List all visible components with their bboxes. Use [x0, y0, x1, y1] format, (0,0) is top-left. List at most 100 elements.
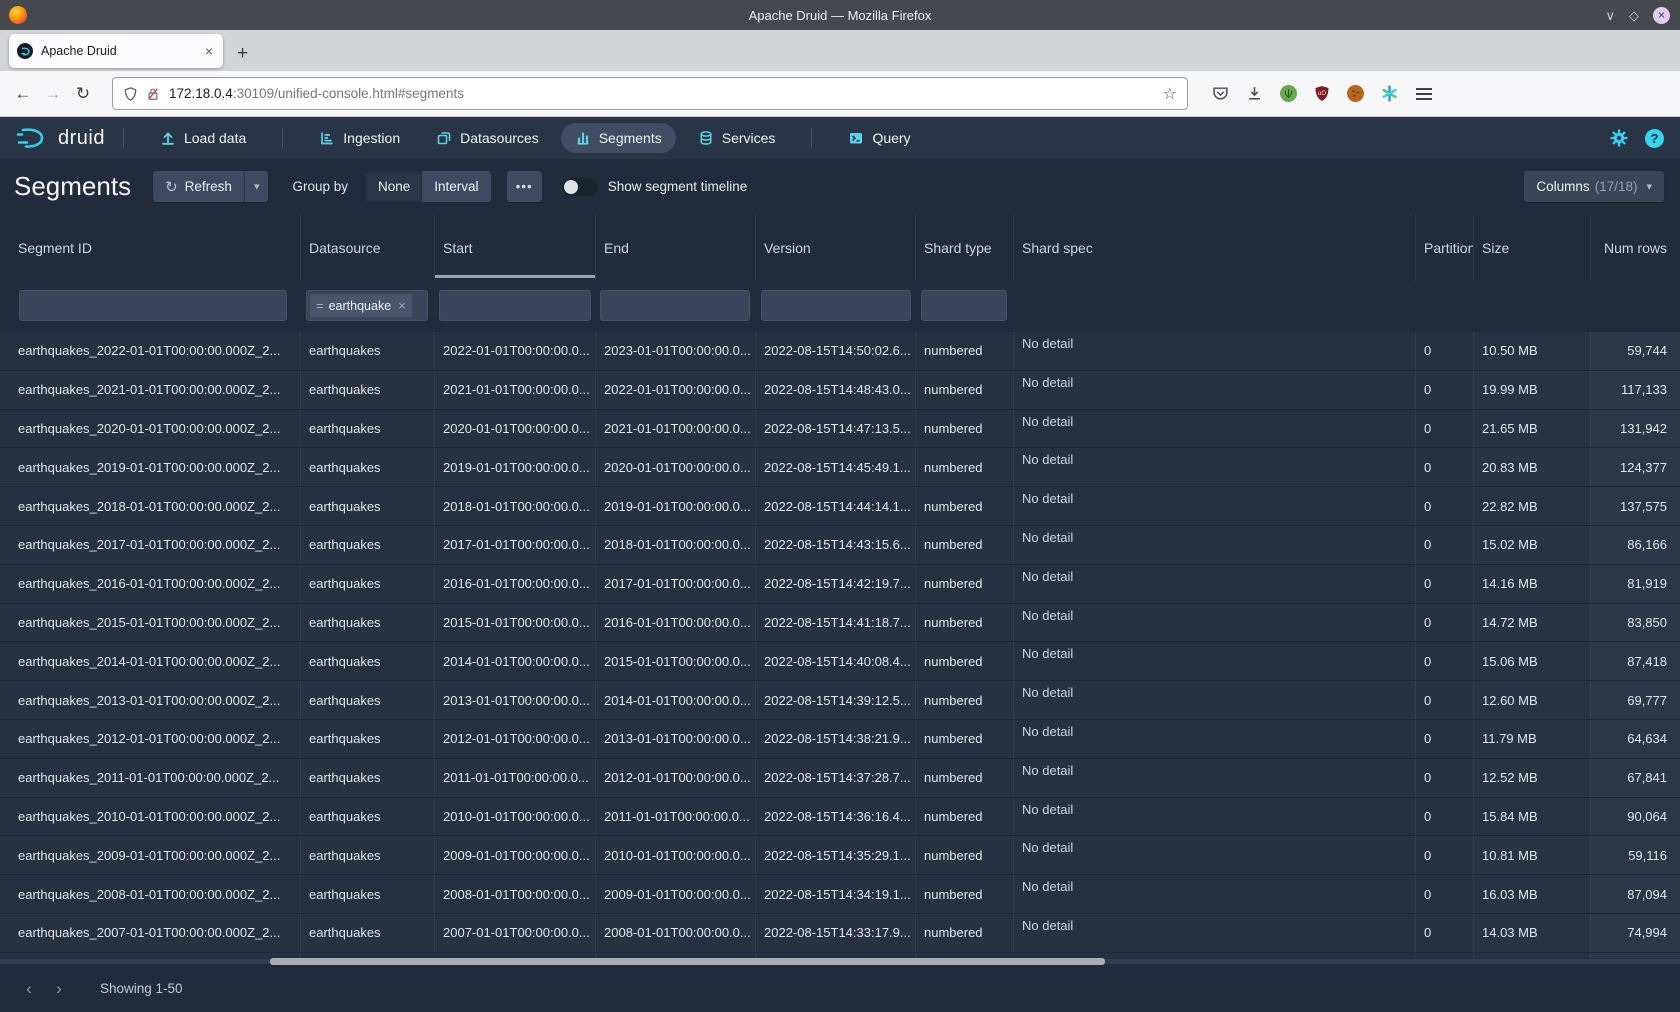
next-page-button[interactable]: ›	[44, 979, 74, 999]
column-header-shard_type[interactable]: Shard type	[915, 214, 1013, 281]
shield-icon[interactable]	[123, 86, 138, 102]
cell-partition: 0	[1415, 681, 1473, 719]
nav-item-services[interactable]: Services	[684, 123, 790, 153]
column-header-size[interactable]: Size	[1473, 214, 1590, 281]
column-header-partition[interactable]: Partition	[1415, 214, 1473, 281]
filter-tag-datasource[interactable]: =earthquake×	[310, 294, 412, 317]
group-by-interval-button[interactable]: Interval	[422, 171, 490, 202]
cell-partition: 0	[1415, 836, 1473, 874]
cell-shard_spec[interactable]: No detail	[1013, 720, 1415, 758]
cell-shard_spec[interactable]: No detail	[1013, 642, 1415, 680]
menu-icon[interactable]	[1416, 88, 1432, 100]
column-header-version[interactable]: Version	[755, 214, 915, 281]
segments-table-body: earthquakes_2022-01-01T00:00:00.000Z_2..…	[0, 332, 1680, 958]
group-by-none-button[interactable]: None	[366, 171, 422, 202]
cell-num_rows: 86,166	[1590, 526, 1680, 564]
cell-id: earthquakes_2020-01-01T00:00:00.000Z_2..…	[0, 410, 300, 448]
refresh-button[interactable]: ↻Refresh	[153, 171, 244, 202]
column-header-datasource[interactable]: Datasource	[300, 214, 434, 281]
nav-item-label: Datasources	[460, 130, 539, 146]
cell-num_rows: 124,377	[1590, 448, 1680, 486]
column-header-num_rows[interactable]: Num rows	[1590, 214, 1680, 281]
close-icon[interactable]: ×	[1653, 7, 1670, 24]
cell-shard_spec[interactable]: No detail	[1013, 836, 1415, 874]
cell-shard_spec[interactable]: No detail	[1013, 914, 1415, 952]
cell-end: 2009-01-01T00:00:00.0...	[595, 875, 755, 913]
cell-shard_type: numbered	[915, 914, 1013, 952]
column-header-end[interactable]: End	[595, 214, 755, 281]
table-row: earthquakes_2017-01-01T00:00:00.000Z_2..…	[0, 526, 1680, 565]
browser-tab[interactable]: Apache Druid ×	[9, 34, 223, 68]
cell-shard_spec[interactable]: No detail	[1013, 798, 1415, 836]
table-row: earthquakes_2020-01-01T00:00:00.000Z_2..…	[0, 410, 1680, 449]
more-options-button[interactable]: •••	[507, 171, 542, 202]
navbar-divider	[123, 128, 124, 148]
forward-button[interactable]: →	[38, 84, 68, 104]
filter-input-shard_type[interactable]	[921, 290, 1007, 321]
nav-item-query[interactable]: Query	[834, 123, 924, 153]
cell-start: 2010-01-01T00:00:00.0...	[434, 798, 595, 836]
table-header-row: Segment IDDatasourceStartEndVersionShard…	[0, 214, 1680, 281]
column-header-id[interactable]: Segment ID	[0, 214, 300, 281]
insecure-lock-icon[interactable]	[146, 86, 160, 102]
cell-shard_spec[interactable]: No detail	[1013, 448, 1415, 486]
cell-num_rows: 83,850	[1590, 604, 1680, 642]
scrollbar-thumb[interactable]	[270, 958, 1105, 965]
column-header-shard_spec[interactable]: Shard spec	[1013, 214, 1415, 281]
reload-button[interactable]: ↻	[68, 84, 98, 104]
filter-input-datasource[interactable]: =earthquake×	[306, 290, 428, 321]
cell-version: 2022-08-15T14:35:29.1...	[755, 836, 915, 874]
cell-shard_spec[interactable]: No detail	[1013, 875, 1415, 913]
filter-tag-value: earthquake	[329, 299, 392, 313]
minimize-icon[interactable]: ∨	[1605, 9, 1615, 22]
druid-logo[interactable]: druid	[16, 126, 105, 150]
filter-input-end[interactable]	[600, 290, 750, 321]
nav-item-datasources[interactable]: Datasources	[422, 123, 553, 153]
filter-input-start[interactable]	[439, 290, 591, 321]
gear-icon[interactable]	[1609, 128, 1629, 148]
cell-shard_spec[interactable]: No detail	[1013, 604, 1415, 642]
table-row: earthquakes_2019-01-01T00:00:00.000Z_2..…	[0, 448, 1680, 487]
cell-shard_spec[interactable]: No detail	[1013, 487, 1415, 525]
cell-shard_spec[interactable]: No detail	[1013, 759, 1415, 797]
cell-id: earthquakes_2008-01-01T00:00:00.000Z_2..…	[0, 875, 300, 913]
maximize-icon[interactable]: ◇	[1629, 9, 1639, 22]
cell-shard_spec[interactable]: No detail	[1013, 371, 1415, 409]
download-icon[interactable]	[1246, 85, 1263, 102]
columns-button[interactable]: Columns (17/18) ▾	[1524, 171, 1664, 202]
help-icon[interactable]: ?	[1645, 129, 1664, 148]
cell-shard_spec[interactable]: No detail	[1013, 565, 1415, 603]
privacy-badger-icon[interactable]	[1280, 85, 1297, 102]
cell-shard_spec[interactable]: No detail	[1013, 526, 1415, 564]
navbar-divider	[811, 128, 812, 148]
cell-shard_spec[interactable]: No detail	[1013, 410, 1415, 448]
prev-page-button[interactable]: ‹	[14, 979, 44, 999]
column-header-start[interactable]: Start	[434, 214, 595, 281]
back-button[interactable]: ←	[8, 84, 38, 104]
cookie-icon[interactable]	[1347, 85, 1364, 102]
cell-partition: 0	[1415, 487, 1473, 525]
cell-datasource: earthquakes	[300, 565, 434, 603]
cell-partition: 0	[1415, 332, 1473, 370]
filter-input-id[interactable]	[19, 290, 287, 321]
cell-version: 2022-08-15T14:42:19.7...	[755, 565, 915, 603]
cell-shard_spec[interactable]: No detail	[1013, 332, 1415, 370]
tab-close-icon[interactable]: ×	[203, 43, 215, 59]
refresh-interval-dropdown[interactable]: ▾	[244, 171, 269, 202]
bookmark-star-icon[interactable]: ☆	[1163, 84, 1177, 104]
url-bar[interactable]: 172.18.0.4:30109/unified-console.html#se…	[112, 77, 1188, 110]
table-row: earthquakes_2011-01-01T00:00:00.000Z_2..…	[0, 759, 1680, 798]
extension-asterisk-icon[interactable]	[1381, 85, 1398, 102]
nav-item-segments[interactable]: Segments	[561, 123, 676, 153]
new-tab-button[interactable]: +	[237, 44, 248, 63]
nav-item-load-data[interactable]: Load data	[146, 123, 260, 153]
nav-item-ingestion[interactable]: Ingestion	[305, 123, 414, 153]
segment-timeline-toggle[interactable]	[562, 178, 598, 196]
pocket-icon[interactable]	[1212, 85, 1229, 102]
cell-num_rows: 64,634	[1590, 720, 1680, 758]
filter-input-version[interactable]	[761, 290, 911, 321]
cell-shard_spec[interactable]: No detail	[1013, 681, 1415, 719]
ublock-icon[interactable]: uO	[1314, 85, 1330, 102]
nav-item-label: Query	[872, 130, 910, 146]
filter-tag-remove-icon[interactable]: ×	[398, 298, 406, 313]
